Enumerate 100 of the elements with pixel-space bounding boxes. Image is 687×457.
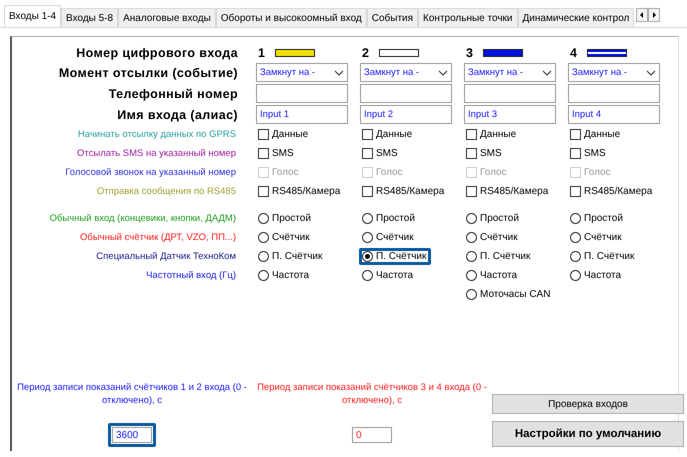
input-number: 3 — [466, 46, 473, 60]
radio-label: П. Счётчик — [480, 251, 530, 262]
radio-button[interactable] — [466, 289, 477, 300]
radio-button[interactable] — [570, 270, 581, 281]
radio-label: Простой — [376, 213, 415, 224]
radio-label: Счётчик — [376, 232, 414, 243]
period-label: Период записи показаний счётчиков 3 и 4 входа (0 - отключено), с — [256, 382, 488, 407]
tab[interactable]: Динамические контрол — [518, 8, 634, 27]
chevron-down-icon — [334, 70, 344, 76]
radio-button[interactable] — [466, 232, 477, 243]
tab[interactable]: События — [366, 8, 418, 27]
alias-field[interactable]: Input 1 — [256, 105, 348, 124]
radio-label: Частота — [272, 270, 310, 281]
radio-label: П. Счётчик — [584, 251, 634, 262]
scroll-left-icon[interactable] — [636, 8, 648, 22]
event-dropdown[interactable]: Замкнут на - — [464, 63, 556, 82]
period-field[interactable]: 0 — [352, 427, 392, 443]
chevron-down-icon — [542, 70, 552, 76]
action-button[interactable]: Настройки по умолчанию — [492, 421, 684, 447]
radio-button[interactable] — [258, 232, 269, 243]
radio-button[interactable] — [362, 251, 373, 262]
radio-button[interactable] — [570, 213, 581, 224]
checkbox-label: Данные — [584, 129, 620, 140]
color-bar[interactable] — [586, 48, 627, 56]
scroll-right-icon[interactable] — [648, 8, 660, 22]
tab[interactable]: Входы 5-8 — [61, 8, 118, 27]
phone-field[interactable] — [568, 84, 660, 103]
row-label: Телефонный номер — [108, 86, 239, 103]
event-dropdown[interactable]: Замкнут на - — [568, 63, 660, 82]
row-label: Номер цифрового входа — [75, 44, 239, 62]
input-number: 2 — [362, 46, 369, 60]
checkbox[interactable] — [362, 129, 373, 140]
radio-label: Частота — [376, 270, 414, 281]
radio-button[interactable] — [362, 270, 373, 281]
row-label: Специальный Датчик ТехноКом — [95, 250, 237, 264]
row-label: Начинать отсылку данных по GPRS — [76, 128, 237, 142]
tab[interactable]: Аналоговые входы — [118, 8, 216, 27]
period-field[interactable]: 3600 — [112, 427, 152, 443]
checkbox[interactable] — [466, 186, 477, 197]
checkbox[interactable] — [362, 186, 373, 197]
radio-label: Моточасы CAN — [480, 289, 550, 300]
radio-button[interactable] — [466, 270, 477, 281]
tab[interactable]: Обороты и высокоомный вход — [216, 8, 367, 27]
checkbox-label: Голос — [480, 167, 507, 178]
radio-label: Счётчик — [480, 232, 518, 243]
row-label: Отправка сообщения по RS485 — [96, 185, 237, 199]
checkbox[interactable] — [258, 148, 269, 159]
radio-button[interactable] — [466, 251, 477, 262]
radio-label: Счётчик — [272, 232, 310, 243]
color-bar[interactable] — [274, 48, 315, 56]
checkbox-label: RS485/Камера — [584, 186, 652, 197]
checkbox[interactable] — [258, 186, 269, 197]
event-dropdown[interactable]: Замкнут на - — [256, 63, 348, 82]
checkbox[interactable] — [466, 129, 477, 140]
row-label: Частотный вход (Гц) — [145, 269, 237, 283]
checkbox-label: SMS — [272, 148, 294, 159]
color-bar[interactable] — [482, 48, 523, 56]
row-label: Обычный вход (концевики, кнопки, ДАДМ) — [48, 212, 237, 226]
radio-label: Простой — [272, 213, 311, 224]
checkbox[interactable] — [466, 148, 477, 159]
radio-button[interactable] — [362, 213, 373, 224]
checkbox[interactable] — [570, 186, 581, 197]
phone-field[interactable] — [360, 84, 452, 103]
row-label: Отсылать SMS на указанный номер — [76, 147, 237, 161]
event-dropdown[interactable]: Замкнут на - — [360, 63, 452, 82]
radio-button[interactable] — [570, 232, 581, 243]
checkbox-label: SMS — [376, 148, 398, 159]
input-number: 1 — [258, 46, 265, 60]
checkbox-label: RS485/Камера — [272, 186, 340, 197]
checkbox[interactable] — [258, 129, 269, 140]
radio-button[interactable] — [258, 251, 269, 262]
checkbox[interactable] — [570, 129, 581, 140]
radio-button[interactable] — [362, 232, 373, 243]
color-bar[interactable] — [378, 48, 419, 56]
input-number: 4 — [570, 46, 577, 60]
checkbox[interactable] — [362, 148, 373, 159]
radio-button[interactable] — [258, 270, 269, 281]
tab[interactable]: Входы 1-4 — [4, 5, 62, 27]
radio-label: Частота — [480, 270, 518, 281]
radio-button[interactable] — [466, 213, 477, 224]
checkbox-label: SMS — [584, 148, 606, 159]
radio-label: Простой — [480, 213, 519, 224]
checkbox-label: Голос — [272, 167, 299, 178]
radio-label: Частота — [584, 270, 622, 281]
checkbox-label: Данные — [272, 129, 308, 140]
row-label: Имя входа (алиас) — [116, 106, 239, 124]
checkbox[interactable] — [570, 148, 581, 159]
radio-button[interactable] — [570, 251, 581, 262]
phone-field[interactable] — [256, 84, 348, 103]
action-button[interactable]: Проверка входов — [492, 394, 684, 414]
checkbox-label: Голос — [376, 167, 403, 178]
alias-field[interactable]: Input 4 — [568, 105, 660, 124]
alias-field[interactable]: Input 2 — [360, 105, 452, 124]
phone-field[interactable] — [464, 84, 556, 103]
period-label: Период записи показаний счётчиков 1 и 2 входа (0 - отключено), с — [16, 382, 248, 407]
radio-button[interactable] — [258, 213, 269, 224]
tab[interactable]: Контрольные точки — [418, 8, 518, 27]
alias-field[interactable]: Input 3 — [464, 105, 556, 124]
radio-label: П. Счётчик — [272, 251, 322, 262]
row-label: Момент отсылки (событие) — [58, 64, 239, 82]
